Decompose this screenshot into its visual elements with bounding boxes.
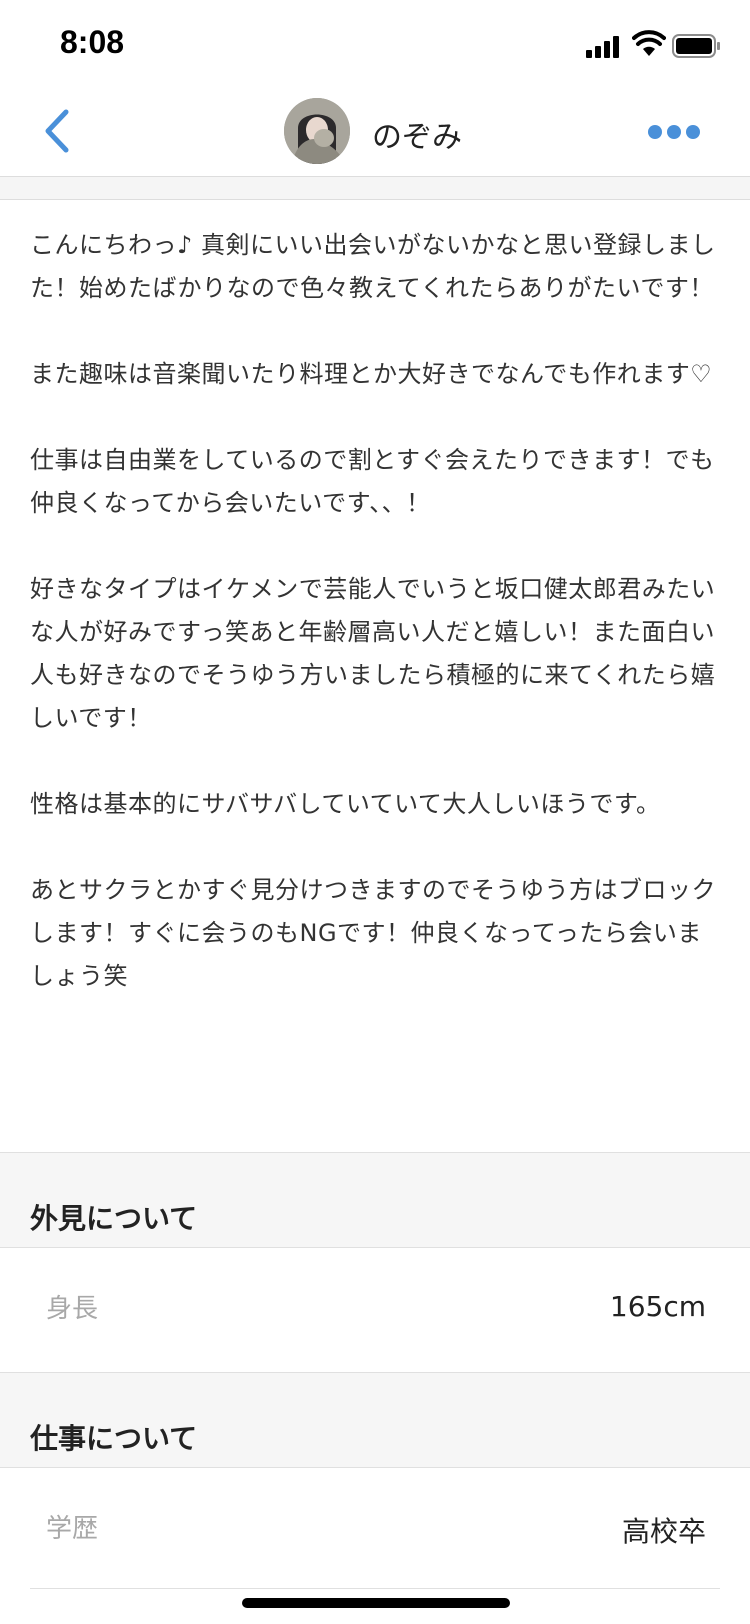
bio-paragraph: 好きなタイプはイケメンで芸能人でいうと坂口健太郎君みたいな人が好みですっ笑あと年… — [30, 575, 716, 732]
bio-paragraph: 仕事は自由業をしているので割とすぐ会えたりできます！でも仲良くなってから会いたい… — [30, 446, 715, 517]
nav-bar: のぞみ — [0, 88, 750, 176]
bio-paragraph: こんにちわっ♪ 真剣にいい出会いがないかなと思い登録しました！始めたばかりなので… — [30, 231, 716, 302]
detail-row-education: 学歴 高校卒 — [0, 1468, 750, 1588]
section-title: 仕事について — [30, 1422, 198, 1455]
home-indicator — [242, 1598, 510, 1608]
ellipsis-icon[interactable] — [644, 120, 704, 144]
status-time: 8:08 — [60, 24, 125, 60]
bio-paragraph: また趣味は音楽聞いたり料理とか大好きでなんでも作れます♡ — [30, 360, 713, 388]
detail-value: 高校卒 — [621, 1515, 706, 1548]
profile-bio: こんにちわっ♪ 真剣にいい出会いがないかなと思い登録しました！始めたばかりなので… — [30, 224, 720, 1041]
signal-icon — [586, 34, 622, 58]
row-divider — [30, 1588, 720, 1589]
section-header-work: 仕事について — [0, 1372, 750, 1468]
chevron-left-icon — [45, 109, 69, 153]
avatar[interactable] — [284, 98, 350, 164]
section-header-appearance: 外見について — [0, 1152, 750, 1248]
battery-icon — [672, 34, 722, 58]
nav-divider — [0, 176, 750, 200]
wifi-icon — [632, 30, 666, 58]
section-title: 外見について — [30, 1202, 198, 1235]
detail-row-height: 身長 165cm — [0, 1248, 750, 1368]
bio-paragraph: あとサクラとかすぐ見分けつきますのでそうゆう方はブロックします！すぐに会うのもN… — [30, 876, 716, 990]
status-bar: 8:08 — [0, 0, 750, 88]
bio-paragraph: 性格は基本的にサバサバしていていて大人しいほうです。 — [30, 790, 661, 818]
nav-title: のぞみ — [372, 120, 462, 155]
detail-label: 学歴 — [46, 1514, 99, 1544]
back-button[interactable] — [38, 106, 78, 156]
detail-label: 身長 — [46, 1294, 99, 1324]
detail-value: 165cm — [609, 1290, 706, 1323]
